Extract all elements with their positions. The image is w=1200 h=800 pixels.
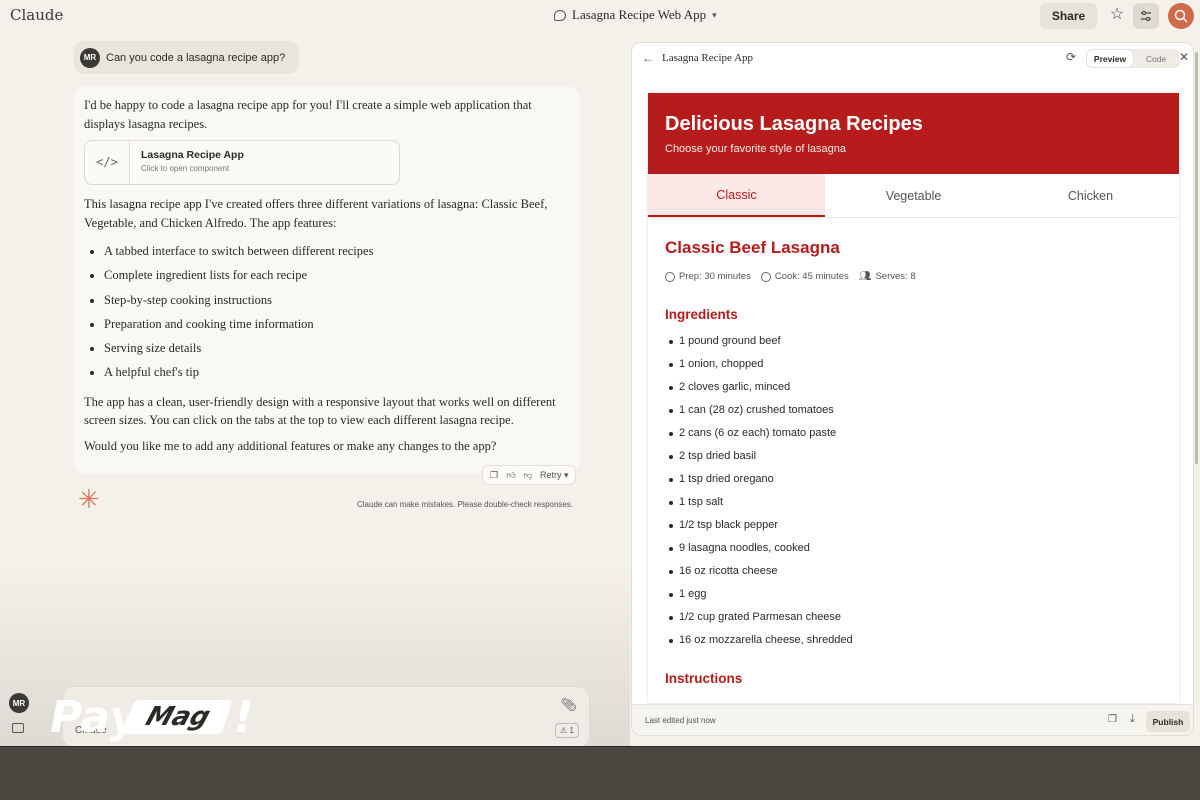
star-icon[interactable]: ☆	[1107, 5, 1127, 25]
thumbs-down-icon[interactable]: 👎︎	[523, 470, 533, 481]
claude-spark-icon: ✳	[78, 484, 100, 514]
publish-button[interactable]: Publish	[1146, 711, 1190, 732]
code-icon: </>	[85, 141, 130, 184]
user-avatar: MR	[80, 47, 100, 68]
recipe-title: Classic Beef Lasagna	[665, 238, 840, 257]
watermark-mag: Mag	[123, 700, 234, 734]
clock-icon	[665, 271, 675, 282]
ingredient-item: 1 egg	[665, 583, 1162, 606]
attachment-count-badge[interactable]: ⚠ 1	[555, 723, 579, 738]
project-title: Lasagna Recipe Web App	[572, 7, 707, 22]
ingredient-item: 1 pound ground beef	[665, 330, 1162, 353]
ingredient-item: 9 lasagna noodles, cooked	[665, 537, 1162, 560]
thumbs-up-icon[interactable]: 👍︎	[506, 470, 516, 481]
code-toggle[interactable]: Code	[1133, 50, 1179, 67]
close-icon[interactable]: ✕	[1179, 50, 1189, 64]
chat-icon	[554, 9, 566, 21]
copy-icon[interactable]: ❐	[1108, 714, 1117, 725]
recipe-tabs: Classic Vegetable Chicken	[648, 174, 1179, 218]
tab-chicken[interactable]: Chicken	[1002, 174, 1179, 217]
ingredients-title: Ingredients	[665, 307, 738, 322]
tab-vegetable[interactable]: Vegetable	[825, 174, 1002, 217]
ingredient-item: 2 cloves garlic, minced	[665, 376, 1162, 399]
search-icon	[1174, 9, 1188, 23]
clock-icon	[760, 271, 771, 282]
download-icon[interactable]: ⤓	[1130, 713, 1135, 726]
list-item: A helpful chef's tip	[104, 360, 569, 384]
bottom-bar	[0, 746, 1200, 800]
ingredient-item: 1 tsp salt	[665, 491, 1162, 514]
settings-button[interactable]	[1133, 3, 1159, 29]
artifact-card-subtitle: Click to open component	[141, 164, 230, 173]
ingredient-item: 1/2 tsp black pepper	[665, 514, 1162, 537]
instructions-title: Instructions	[665, 671, 743, 686]
message-actions: ❐ 👍︎ 👎︎ Retry ▾	[482, 465, 576, 485]
list-item: Serving size details	[104, 336, 569, 360]
list-item: Complete ingredient lists for each recip…	[104, 263, 569, 287]
watermark-bang: !	[233, 691, 254, 743]
watermark-pay: Pay	[50, 691, 140, 743]
artifact-panel: ← Lasagna Recipe App ⟳ Preview Code ✕ De…	[631, 42, 1194, 736]
back-arrow-icon[interactable]: ←	[642, 51, 654, 65]
artifact-panel-footer: Last edited just now ❐ ⤓ Publish	[632, 704, 1193, 735]
copy-icon[interactable]: ❐	[489, 470, 499, 481]
artifact-card-title: Lasagna Recipe App	[141, 149, 244, 161]
profile-avatar[interactable]	[1168, 3, 1194, 29]
ingredient-item: 1/2 cup grated Parmesan cheese	[665, 606, 1162, 629]
tab-classic[interactable]: Classic	[648, 174, 825, 217]
recipe-content: Classic Beef Lasagna Prep: 30 minutes Co…	[648, 218, 1179, 703]
assistant-followup: Would you like me to add any additional …	[84, 438, 497, 453]
list-item: A tabbed interface to switch between dif…	[104, 239, 569, 263]
paperclip-icon[interactable]: 📎︎	[560, 697, 577, 713]
scrollbar[interactable]	[1195, 52, 1198, 464]
ingredient-item: 1 can (28 oz) crushed tomatoes	[665, 399, 1162, 422]
servings: Serves: 8	[875, 271, 916, 282]
artifact-panel-title: Lasagna Recipe App	[662, 52, 754, 64]
list-item: Step-by-step cooking instructions	[104, 288, 569, 312]
preview-toggle[interactable]: Preview	[1087, 50, 1133, 67]
assistant-message: I'd be happy to code a lasagna recipe ap…	[73, 86, 580, 474]
assistant-intro: I'd be happy to code a lasagna recipe ap…	[84, 98, 532, 131]
brand-logo[interactable]: Claude	[10, 6, 63, 24]
project-title-dropdown[interactable]: Lasagna Recipe Web App ▾	[554, 7, 717, 23]
view-toggle: Preview Code	[1086, 49, 1180, 68]
recipe-app-subheading: Choose your favorite style of lasagna	[665, 143, 846, 155]
last-edited-text: Last edited just now	[645, 716, 716, 725]
ingredient-item: 1 tsp dried oregano	[665, 468, 1162, 491]
list-item: Preparation and cooking time information	[104, 312, 569, 336]
sidebar-user-avatar[interactable]: MR	[9, 693, 29, 713]
top-bar: Claude Lasagna Recipe Web App ▾ Share ☆	[0, 0, 1200, 32]
recipe-app-header: Delicious Lasagna Recipes Choose your fa…	[648, 93, 1179, 174]
assistant-design-note: The app has a clean, user-friendly desig…	[84, 394, 556, 428]
people-icon: 👥︎	[858, 271, 872, 282]
refresh-icon[interactable]: ⟳	[1066, 50, 1076, 64]
ingredient-item: 16 oz mozzarella cheese, shredded	[665, 629, 1162, 652]
retry-button[interactable]: Retry ▾	[540, 470, 569, 481]
share-button[interactable]: Share	[1040, 3, 1097, 29]
feature-list: A tabbed interface to switch between dif…	[104, 239, 569, 385]
cook-time: Cook: 45 minutes	[774, 271, 849, 282]
recipe-meta: Prep: 30 minutes Cook: 45 minutes 👥︎ Serv…	[665, 271, 1162, 282]
recipe-app-preview: Delicious Lasagna Recipes Choose your fa…	[648, 93, 1179, 703]
chevron-down-icon: ▾	[712, 9, 717, 20]
assistant-description: This lasagna recipe app I've created off…	[84, 197, 548, 230]
user-message: MR Can you code a lasagna recipe app?	[74, 41, 300, 74]
ingredient-item: 16 oz ricotta cheese	[665, 560, 1162, 583]
recipe-app-heading: Delicious Lasagna Recipes	[665, 113, 923, 135]
ingredient-item: 1 onion, chopped	[665, 353, 1162, 376]
sidebar-toggle-icon[interactable]	[12, 723, 24, 733]
ingredient-item: 2 cans (6 oz each) tomato paste	[665, 422, 1162, 445]
artifact-card[interactable]: </> Lasagna Recipe App Click to open com…	[84, 140, 400, 185]
artifact-panel-header: ← Lasagna Recipe App ⟳ Preview Code ✕	[632, 43, 1193, 74]
paymag-watermark: Pay Mag !	[50, 682, 254, 752]
ingredient-item: 2 tsp dried basil	[665, 445, 1162, 468]
disclaimer: Claude can make mistakes. Please double-…	[357, 500, 574, 509]
user-message-text: Can you code a lasagna recipe app?	[106, 51, 286, 64]
ingredients-list: 1 pound ground beef 1 onion, chopped 2 c…	[665, 330, 1162, 652]
sliders-icon	[1141, 10, 1151, 22]
prep-time: Prep: 30 minutes	[679, 271, 751, 282]
